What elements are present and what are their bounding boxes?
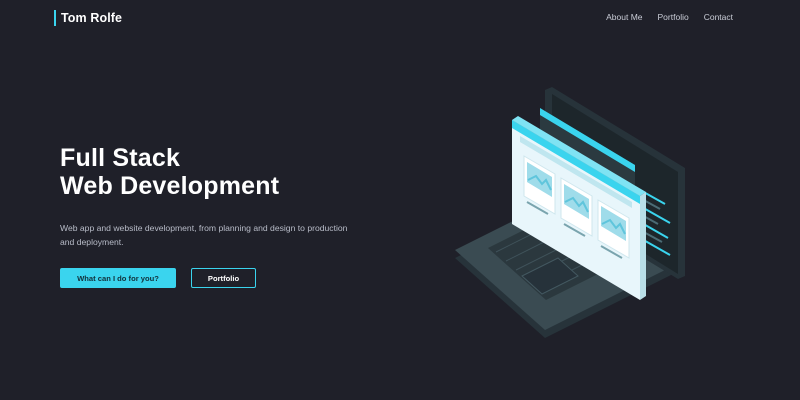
hero-subtitle-line-2: and deployment. bbox=[60, 237, 124, 247]
brand-accent-bar bbox=[54, 10, 56, 26]
laptop-illustration bbox=[455, 87, 685, 338]
portfolio-button[interactable]: Portfolio bbox=[191, 268, 256, 288]
nav-about-me[interactable]: About Me bbox=[606, 12, 642, 22]
brand-name: Tom Rolfe bbox=[61, 11, 123, 25]
hero-subtitle-line-1: Web app and website development, from pl… bbox=[60, 223, 348, 233]
main-nav: About Me Portfolio Contact bbox=[606, 12, 733, 22]
hero-title: Full Stack Web Development bbox=[60, 144, 279, 200]
browser-side-edge bbox=[640, 192, 646, 300]
hero-title-line-2: Web Development bbox=[60, 172, 280, 200]
page: Tom Rolfe About Me Portfolio Contact Ful… bbox=[0, 0, 800, 400]
what-can-i-do-button[interactable]: What can I do for you? bbox=[60, 268, 176, 288]
hero-subtitle: Web app and website development, from pl… bbox=[60, 221, 390, 249]
hero-title-line-1: Full Stack bbox=[60, 144, 181, 172]
nav-portfolio[interactable]: Portfolio bbox=[658, 12, 689, 22]
brand-logo[interactable]: Tom Rolfe bbox=[54, 10, 122, 26]
nav-contact[interactable]: Contact bbox=[704, 12, 733, 22]
